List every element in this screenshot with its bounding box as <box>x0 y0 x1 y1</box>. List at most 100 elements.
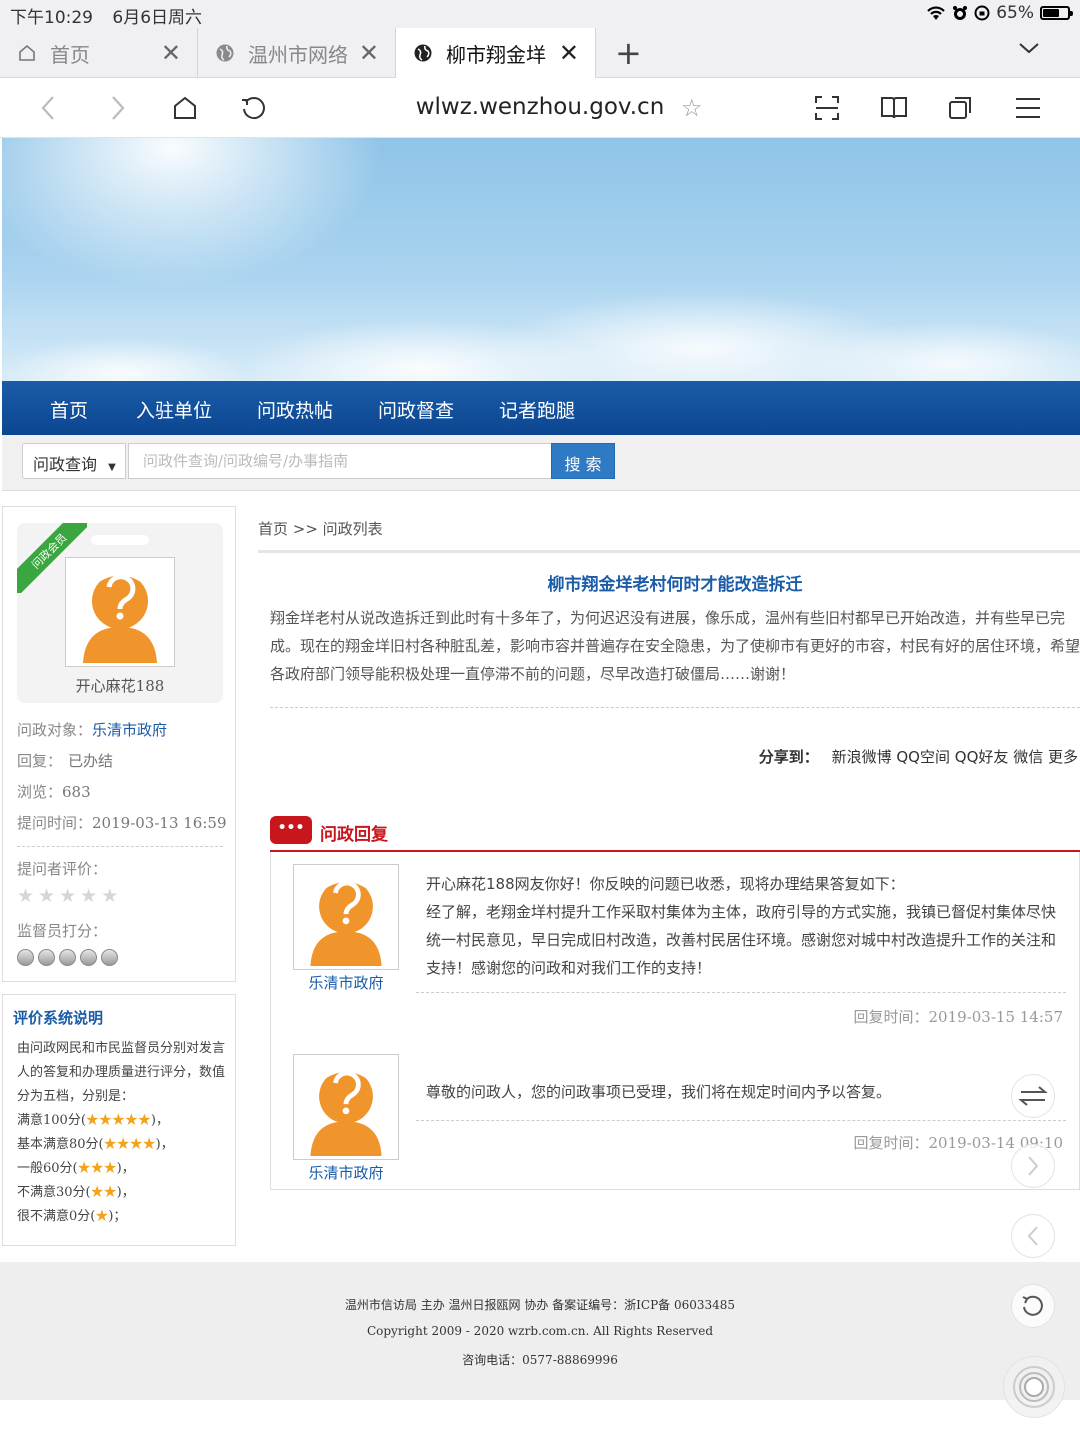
tab-current-post[interactable]: 柳市翔金垟 ✕ <box>396 28 596 78</box>
status-time: 下午10:29 <box>10 8 93 28</box>
medal-icon <box>101 949 118 966</box>
medal-icon <box>80 949 97 966</box>
tab-label: 首页 <box>50 42 90 67</box>
share-more[interactable]: 更多 <box>1048 748 1078 766</box>
footer-organizers: 温州市信访局 主办 温州日报瓯网 协办 备案证编号：浙ICP备 06033485 <box>344 1298 736 1312</box>
close-icon[interactable]: ✕ <box>359 39 379 67</box>
target-link[interactable]: 乐清市政府 <box>92 721 167 739</box>
search-button[interactable]: 搜 索 <box>551 443 615 479</box>
search-input[interactable] <box>128 443 552 479</box>
reply-org-name[interactable]: 乐清市政府 <box>291 1162 401 1183</box>
reply-status-line: 回复： 已办结 <box>17 750 113 771</box>
rating-rules-panel: 评价系统说明 由问政网民和市民监督员分别对发言人的答复和办理质量进行评分，数值分… <box>2 994 236 1246</box>
nav-home[interactable]: 首页 <box>50 396 88 423</box>
rule-level-label: 很不满意0分( <box>17 1209 96 1224</box>
battery-icon <box>1040 6 1073 20</box>
rule-level: 基本满意80分(★★★★)， <box>17 1133 227 1157</box>
reply-text: 尊敬的问政人，您的问政事项已受理，我们将在规定时间内予以答复。 <box>426 1078 1066 1106</box>
tab-label: 温州市网络 <box>248 42 348 67</box>
page-forward-icon[interactable] <box>1011 1144 1055 1188</box>
avatar[interactable] <box>293 864 399 970</box>
tabs-overview-icon[interactable] <box>944 92 976 124</box>
reply-org-name[interactable]: 乐清市政府 <box>291 972 401 993</box>
chat-bubble-icon: ••• <box>270 816 312 844</box>
divider <box>17 846 223 847</box>
globe-icon <box>214 42 236 64</box>
avatar[interactable] <box>65 557 175 667</box>
rule-level-label: 基本满意80分( <box>17 1137 104 1152</box>
scan-icon[interactable] <box>811 92 843 124</box>
reply-text: 开心麻花188网友你好！你反映的问题已收悉，现将办理结果答复如下： 经了解，老翔… <box>426 870 1066 982</box>
share-wechat[interactable]: 微信 <box>1013 748 1043 766</box>
reply-status-value: 已办结 <box>68 752 114 770</box>
star-icon: ★★★★ <box>103 1137 156 1152</box>
reply-line: 尊敬的问政人，您的问政事项已受理，我们将在规定时间内予以答复。 <box>426 1083 892 1101</box>
tab-home[interactable]: 首页 ✕ <box>0 28 198 78</box>
tab-wenzhou-network[interactable]: 温州市网络 ✕ <box>198 28 396 78</box>
bookmark-star-icon[interactable]: ☆ <box>681 94 703 122</box>
close-icon[interactable]: ✕ <box>559 39 579 67</box>
rule-level-label: 不满意30分( <box>17 1185 91 1200</box>
assistive-touch-icon[interactable] <box>1003 1356 1065 1418</box>
page-back-icon[interactable] <box>1011 1214 1055 1258</box>
nav-reporter-errand[interactable]: 记者跑腿 <box>499 396 575 423</box>
status-bar: 下午10:29 6月6日周六 65% <box>0 0 1080 28</box>
rule-level: 不满意30分(★★)， <box>17 1181 227 1205</box>
supervisor-score-label: 监督员打分： <box>17 922 108 940</box>
refresh-icon[interactable] <box>1011 1284 1055 1328</box>
rule-level-label: 一般60分( <box>17 1161 78 1176</box>
ask-time-value: 2019-03-13 16:59 <box>92 814 227 832</box>
avatar[interactable] <box>293 1054 399 1160</box>
star-icon: ★★★ <box>77 1161 117 1176</box>
swap-icon[interactable] <box>1011 1074 1055 1118</box>
post-body: 翔金垟老村从说改造拆迁到此时有十多年了，为何迟迟没有进展，像乐成，温州有些旧村都… <box>270 609 1080 683</box>
new-tab-icon[interactable]: + <box>615 34 642 72</box>
site-footer: 温州市信访局 主办 温州日报瓯网 协办 备案证编号：浙ICP备 06033485… <box>0 1262 1080 1400</box>
divider <box>416 1120 1066 1121</box>
divider <box>270 707 1080 708</box>
rule-level: 满意100分(★★★★★)， <box>17 1109 227 1133</box>
nav-member-units[interactable]: 入驻单位 <box>136 396 212 423</box>
url-field[interactable]: wlwz.wenzhou.gov.cn <box>0 94 1080 120</box>
default-avatar-icon <box>83 572 157 663</box>
share-weibo[interactable]: 新浪微博 <box>832 748 892 766</box>
reader-mode-icon[interactable] <box>878 92 910 124</box>
default-avatar-icon <box>310 1069 382 1156</box>
search-type-select[interactable]: 问政查询 ▼ <box>22 443 126 479</box>
rules-intro: 由问政网民和市民监督员分别对发言人的答复和办理质量进行评分，数值分为五档，分别是… <box>17 1041 226 1104</box>
star-icon: ★ <box>80 885 98 907</box>
battery-percent: 65% <box>996 3 1034 23</box>
star-icon: ★★★★★ <box>85 1113 151 1128</box>
reply-line: 经了解，老翔金垟村提升工作采取村集体为主体，政府引导的方式实施，我镇已督促村集体… <box>426 903 1057 977</box>
share-qzone[interactable]: QQ空间 <box>896 748 950 766</box>
rule-level-end: )， <box>116 1185 135 1200</box>
menu-icon[interactable] <box>1012 92 1044 124</box>
status-indicators: 65% <box>926 3 1073 23</box>
supervisor-score-medals <box>17 949 118 966</box>
close-icon[interactable]: ✕ <box>161 39 181 67</box>
breadcrumb[interactable]: 首页 >> 问政列表 <box>258 518 383 539</box>
username[interactable]: 开心麻花188 <box>17 675 223 696</box>
target-line: 问政对象：乐清市政府 <box>17 719 167 740</box>
nav-supervision[interactable]: 问政督查 <box>378 396 454 423</box>
rule-level-end: )， <box>150 1113 169 1128</box>
medal-icon <box>17 949 34 966</box>
views-value: 683 <box>62 783 91 801</box>
rule-level: 很不满意0分(★)； <box>17 1205 227 1229</box>
star-icon: ★ <box>101 885 119 907</box>
rule-level-label: 满意100分( <box>17 1113 86 1128</box>
main-nav: 首页 入驻单位 问政热帖 问政督查 记者跑腿 <box>2 381 1080 435</box>
default-avatar-icon <box>310 879 382 966</box>
search-type-value: 问政查询 <box>33 455 98 474</box>
chevron-down-icon[interactable] <box>1018 40 1040 59</box>
reply-section-header: ••• 问政回复 <box>270 814 1080 852</box>
star-icon: ★ <box>38 885 56 907</box>
asker-rating-stars: ★ ★ ★ ★ ★ <box>17 885 118 907</box>
share-label: 分享到： <box>758 748 819 766</box>
nav-hot-posts[interactable]: 问政热帖 <box>257 396 333 423</box>
sky-banner <box>2 138 1080 381</box>
status-date: 6月6日周六 <box>112 8 203 28</box>
share-qq[interactable]: QQ好友 <box>955 748 1009 766</box>
user-card: 问政会员 开心麻花188 <box>17 523 223 703</box>
user-info-panel: 问政会员 开心麻花188 问政对象：乐清市政府 回复： 已办结 浏览：683 提问… <box>2 506 236 982</box>
